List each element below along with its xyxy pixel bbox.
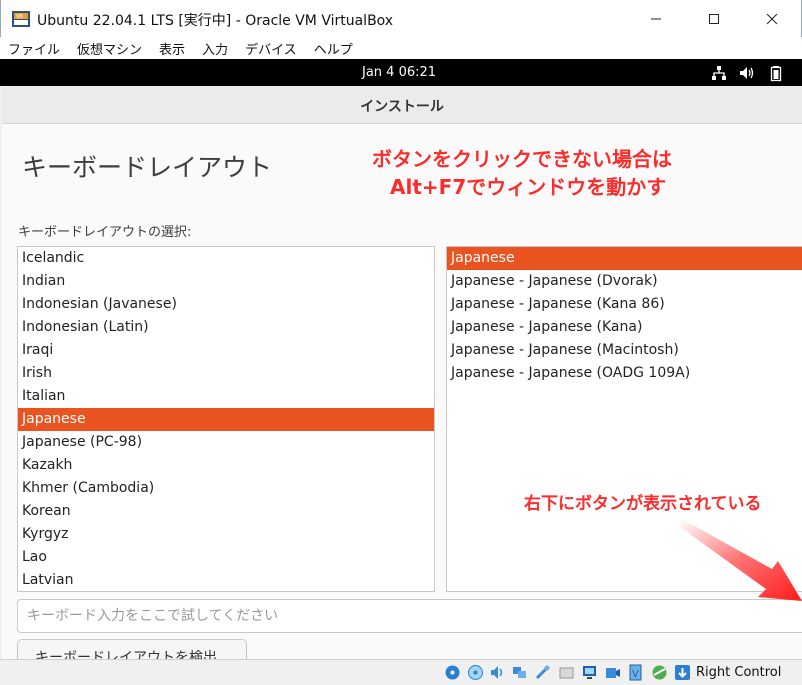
svg-text:VB: VB bbox=[16, 14, 23, 20]
variant-list-item[interactable]: Japanese - Japanese (Kana 86) bbox=[447, 293, 802, 316]
minimize-button[interactable] bbox=[633, 0, 679, 37]
layout-list-item[interactable]: Icelandic bbox=[18, 247, 434, 270]
layout-section-label: キーボードレイアウトの選択: bbox=[18, 225, 192, 240]
layout-list-item[interactable]: Iraqi bbox=[18, 339, 434, 362]
volume-icon[interactable] bbox=[738, 64, 756, 82]
layout-list-item[interactable]: Indonesian (Latin) bbox=[18, 316, 434, 339]
maximize-icon bbox=[709, 13, 719, 24]
installer-header[interactable]: インストール bbox=[2, 86, 802, 124]
menu-devices[interactable]: デバイス bbox=[245, 39, 297, 58]
window-titlebar[interactable]: VB Ubuntu 22.04.1 LTS [実行中] - Oracle VM … bbox=[0, 0, 802, 37]
guest-additions-icon[interactable] bbox=[651, 664, 668, 681]
host-key-arrow-icon[interactable] bbox=[674, 664, 691, 681]
layout-list-item[interactable]: Japanese bbox=[18, 408, 434, 431]
page-title: キーボードレイアウト bbox=[22, 153, 273, 182]
disk-icon[interactable] bbox=[444, 664, 461, 681]
menu-view[interactable]: 表示 bbox=[159, 39, 185, 58]
layout-list-item[interactable]: Khmer (Cambodia) bbox=[18, 477, 434, 500]
variant-list-item[interactable]: Japanese - Japanese (Macintosh) bbox=[447, 339, 802, 362]
layout-list-item[interactable]: Kazakh bbox=[18, 454, 434, 477]
layout-list-item[interactable]: Indian bbox=[18, 270, 434, 293]
clock[interactable]: Jan 4 06:21 bbox=[362, 65, 436, 80]
layout-list-item[interactable]: Indonesian (Javanese) bbox=[18, 293, 434, 316]
menu-file[interactable]: ファイル bbox=[8, 39, 60, 58]
virtualization-icon[interactable]: V bbox=[627, 664, 644, 681]
vbox-statusbar: V Right Control bbox=[0, 659, 802, 685]
virtualbox-icon: VB bbox=[12, 11, 30, 27]
installer-title: インストール bbox=[360, 99, 444, 115]
usb-icon[interactable] bbox=[534, 664, 551, 681]
layout-list[interactable]: Icelandic Indian Indonesian (Javanese) I… bbox=[17, 246, 435, 592]
host-key-label: Right Control bbox=[696, 665, 782, 680]
layout-list-item[interactable]: Irish bbox=[18, 362, 434, 385]
battery-icon[interactable] bbox=[767, 64, 785, 82]
window-title: Ubuntu 22.04.1 LTS [実行中] - Oracle VM Vir… bbox=[37, 13, 394, 29]
audio-icon[interactable] bbox=[489, 664, 506, 681]
shared-folder-icon[interactable] bbox=[558, 664, 575, 681]
close-icon bbox=[766, 13, 778, 24]
layout-list-item[interactable]: Kyrgyz bbox=[18, 523, 434, 546]
menu-input[interactable]: 入力 bbox=[202, 39, 228, 58]
annotation-line2: Alt+F7でウィンドウを動かす bbox=[390, 175, 667, 199]
variant-list-item[interactable]: Japanese - Japanese (Kana) bbox=[447, 316, 802, 339]
variant-list-item[interactable]: Japanese bbox=[447, 247, 802, 270]
network-adapter-icon[interactable] bbox=[511, 664, 528, 681]
close-button[interactable] bbox=[749, 0, 795, 37]
virtualbox-window: VB Ubuntu 22.04.1 LTS [実行中] - Oracle VM … bbox=[0, 0, 802, 685]
maximize-button[interactable] bbox=[691, 0, 737, 37]
menubar: ファイル 仮想マシン 表示 入力 デバイス ヘルプ bbox=[0, 37, 802, 59]
display-icon[interactable] bbox=[581, 664, 598, 681]
layout-list-item[interactable]: Korean bbox=[18, 500, 434, 523]
menu-machine[interactable]: 仮想マシン bbox=[77, 39, 142, 58]
optical-drive-icon[interactable] bbox=[467, 664, 484, 681]
annotation-line3: 右下にボタンが表示されている bbox=[524, 494, 762, 514]
svg-text:V: V bbox=[632, 669, 639, 680]
menu-help[interactable]: ヘルプ bbox=[314, 39, 353, 58]
layout-list-item[interactable]: Japanese (PC-98) bbox=[18, 431, 434, 454]
annotation-line1: ボタンをクリックできない場合は bbox=[372, 147, 672, 171]
layout-list-item[interactable]: Italian bbox=[18, 385, 434, 408]
ubuntu-top-panel: Jan 4 06:21 bbox=[0, 59, 802, 86]
variant-list-item[interactable]: Japanese - Japanese (Dvorak) bbox=[447, 270, 802, 293]
variant-list-item[interactable]: Japanese - Japanese (OADG 109A) bbox=[447, 362, 802, 385]
layout-list-item[interactable]: Latvian bbox=[18, 569, 434, 591]
layout-list-item[interactable]: Lao bbox=[18, 546, 434, 569]
minimize-icon bbox=[651, 18, 661, 19]
annotation-arrow bbox=[680, 519, 802, 601]
network-icon[interactable] bbox=[710, 64, 728, 82]
recording-icon[interactable] bbox=[604, 664, 621, 681]
